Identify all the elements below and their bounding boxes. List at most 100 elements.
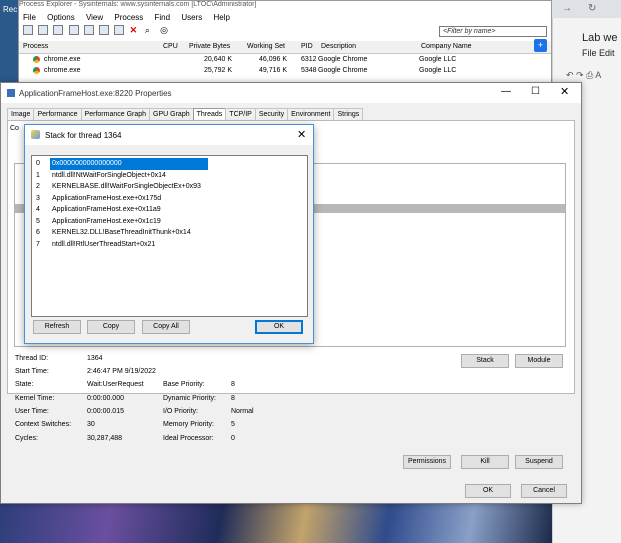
col-pid[interactable]: PID <box>301 43 313 50</box>
memory-priority-value: 5 <box>231 421 235 428</box>
cycles-label: Cycles: <box>15 435 38 442</box>
base-priority-label: Base Priority: <box>163 381 205 388</box>
menu-options[interactable]: Options <box>47 13 75 22</box>
menu-view[interactable]: View <box>86 13 103 22</box>
io-priority-value: Normal <box>231 408 254 415</box>
copy-button[interactable]: Copy <box>87 320 135 334</box>
start-time-label: Start Time: <box>15 368 49 375</box>
user-time-value: 0:00:00.015 <box>87 408 124 415</box>
col-process[interactable]: Process <box>23 43 48 50</box>
pid: 5348 <box>301 67 317 74</box>
menu-find[interactable]: Find <box>155 13 171 22</box>
show-lower-pane-icon[interactable] <box>83 25 94 35</box>
properties-tabs: Image Performance Performance Graph GPU Gra… <box>7 108 364 121</box>
state-label: State: <box>15 381 34 388</box>
save-icon[interactable] <box>23 25 33 35</box>
table-row[interactable]: chrome.exe 25,792 K 49,716 K 5348 Google… <box>19 67 551 78</box>
chrome-icon <box>33 56 43 63</box>
menu-help[interactable]: Help <box>213 13 229 22</box>
stack-button[interactable]: Stack <box>461 354 509 368</box>
properties-icon[interactable] <box>114 25 125 35</box>
system-info-icon[interactable] <box>53 25 64 35</box>
working-set: 49,716 K <box>259 67 288 74</box>
process-explorer-window: Process Explorer - Sysinternals: www.sys… <box>18 0 552 88</box>
process-name: chrome.exe <box>44 56 81 63</box>
back-arrow-icon[interactable]: → <box>562 3 572 14</box>
base-priority-value: 8 <box>231 381 235 388</box>
list-item[interactable]: 4 ApplicationFrameHost.exe+0x11a9 <box>32 204 307 216</box>
process-table-header: Process CPU Private Bytes Working Set PI… <box>19 41 551 54</box>
desktop-label: Rec <box>3 5 18 14</box>
list-item[interactable]: 6 KERNEL32.DLL!BaseThreadInitThunk+0x14 <box>32 227 307 239</box>
document-title[interactable]: Lab we <box>582 32 617 44</box>
close-icon[interactable]: ✕ <box>297 128 306 141</box>
filter-input[interactable]: <Filter by name> <box>439 26 547 37</box>
menu-process[interactable]: Process <box>114 13 143 22</box>
add-icon[interactable]: + <box>534 39 547 52</box>
memory-priority-label: Memory Priority: <box>163 421 214 428</box>
cycles-value: 30,287,488 <box>87 435 123 442</box>
suspend-button[interactable]: Suspend <box>515 455 563 469</box>
col-private-bytes[interactable]: Private Bytes <box>189 43 230 50</box>
cancel-button[interactable]: Cancel <box>521 484 567 498</box>
undo-icon[interactable]: ↶ ↷ ⎙ A <box>566 70 601 81</box>
document-menu[interactable]: File Edit <box>582 48 615 58</box>
frame-text: ApplicationFrameHost.exe+0x11a9 <box>52 206 161 213</box>
reload-icon[interactable]: ↻ <box>588 3 596 14</box>
list-item[interactable]: 2 KERNELBASE.dll!WaitForSingleObjectEx+0x… <box>32 181 307 193</box>
refresh-button[interactable]: Refresh <box>33 320 81 334</box>
list-item[interactable]: 3 ApplicationFrameHost.exe+0x175d <box>32 193 307 205</box>
user-time-label: User Time: <box>15 408 49 415</box>
close-icon[interactable]: ✕ <box>560 85 569 98</box>
frame-text: ntdll.dll!RtlUserThreadStart+0x21 <box>52 240 156 248</box>
properties-title: ApplicationFrameHost.exe:8220 Properties <box>19 89 172 98</box>
properties-titlebar: ApplicationFrameHost.exe:8220 Properties… <box>1 83 581 103</box>
frame-index: 0 <box>36 160 40 167</box>
browser-toolbar: → ↻ <box>552 0 621 18</box>
copy-all-button[interactable]: Copy All <box>142 320 190 334</box>
col-company[interactable]: Company Name <box>421 43 472 50</box>
list-item[interactable]: 1 ntdll.dll!NtWaitForSingleObject+0x14 <box>32 170 307 182</box>
minimize-icon[interactable]: — <box>501 86 511 97</box>
start-time-value: 2:46:47 PM 9/19/2022 <box>87 368 156 375</box>
kill-button[interactable]: Kill <box>461 455 509 469</box>
state-value: Wait:UserRequest <box>87 381 144 388</box>
frame-index: 6 <box>36 229 40 236</box>
ok-button[interactable]: OK <box>255 320 303 334</box>
ideal-processor-label: Ideal Processor: <box>163 435 214 442</box>
process-explorer-toolbar: ✕ ⌕ ◎ <box>23 25 170 37</box>
table-row[interactable]: chrome.exe 20,640 K 46,096 K 6312 Google… <box>19 56 551 67</box>
ok-button[interactable]: OK <box>465 484 511 498</box>
list-item[interactable]: 0 0x0000000000000000 <box>32 156 307 170</box>
stack-list[interactable]: 0 0x0000000000000000 1 ntdll.dll!NtWaitFor… <box>31 155 308 317</box>
frame-index: 4 <box>36 206 40 213</box>
refresh-icon[interactable] <box>38 25 49 35</box>
ideal-processor-value: 0 <box>231 435 235 442</box>
target-icon[interactable]: ◎ <box>160 25 170 35</box>
module-button[interactable]: Module <box>515 354 563 368</box>
stack-icon <box>31 130 40 139</box>
count-label: Co <box>10 125 19 132</box>
context-switches-label: Context Switches: <box>15 421 72 428</box>
frame-index: 5 <box>36 217 40 225</box>
working-set: 46,096 K <box>259 56 288 63</box>
list-item[interactable]: 7 ntdll.dll!RtlUserThreadStart+0x21 <box>32 239 307 251</box>
col-working-set[interactable]: Working Set <box>247 43 285 50</box>
kill-process-icon[interactable]: ✕ <box>130 25 140 35</box>
menu-users[interactable]: Users <box>181 13 202 22</box>
frame-index: 7 <box>36 240 40 248</box>
list-item[interactable]: 5 ApplicationFrameHost.exe+0x1c19 <box>32 216 307 228</box>
menu-file[interactable]: File <box>23 13 36 22</box>
view-tree-icon[interactable] <box>68 25 79 35</box>
stack-dialog-titlebar: Stack for thread 1364 ✕ <box>25 125 313 145</box>
col-description[interactable]: Description <box>321 43 356 50</box>
description: Google Chrome <box>318 56 368 63</box>
find-icon[interactable]: ⌕ <box>145 25 155 35</box>
stack-dialog-title: Stack for thread 1364 <box>45 131 122 140</box>
process-explorer-title: Process Explorer - Sysinternals: www.sys… <box>19 1 551 11</box>
private-bytes: 20,640 K <box>204 56 233 63</box>
maximize-icon[interactable]: ☐ <box>531 86 540 97</box>
permissions-button[interactable]: Permissions <box>403 455 451 469</box>
col-cpu[interactable]: CPU <box>163 43 178 50</box>
dll-view-icon[interactable] <box>99 25 110 35</box>
